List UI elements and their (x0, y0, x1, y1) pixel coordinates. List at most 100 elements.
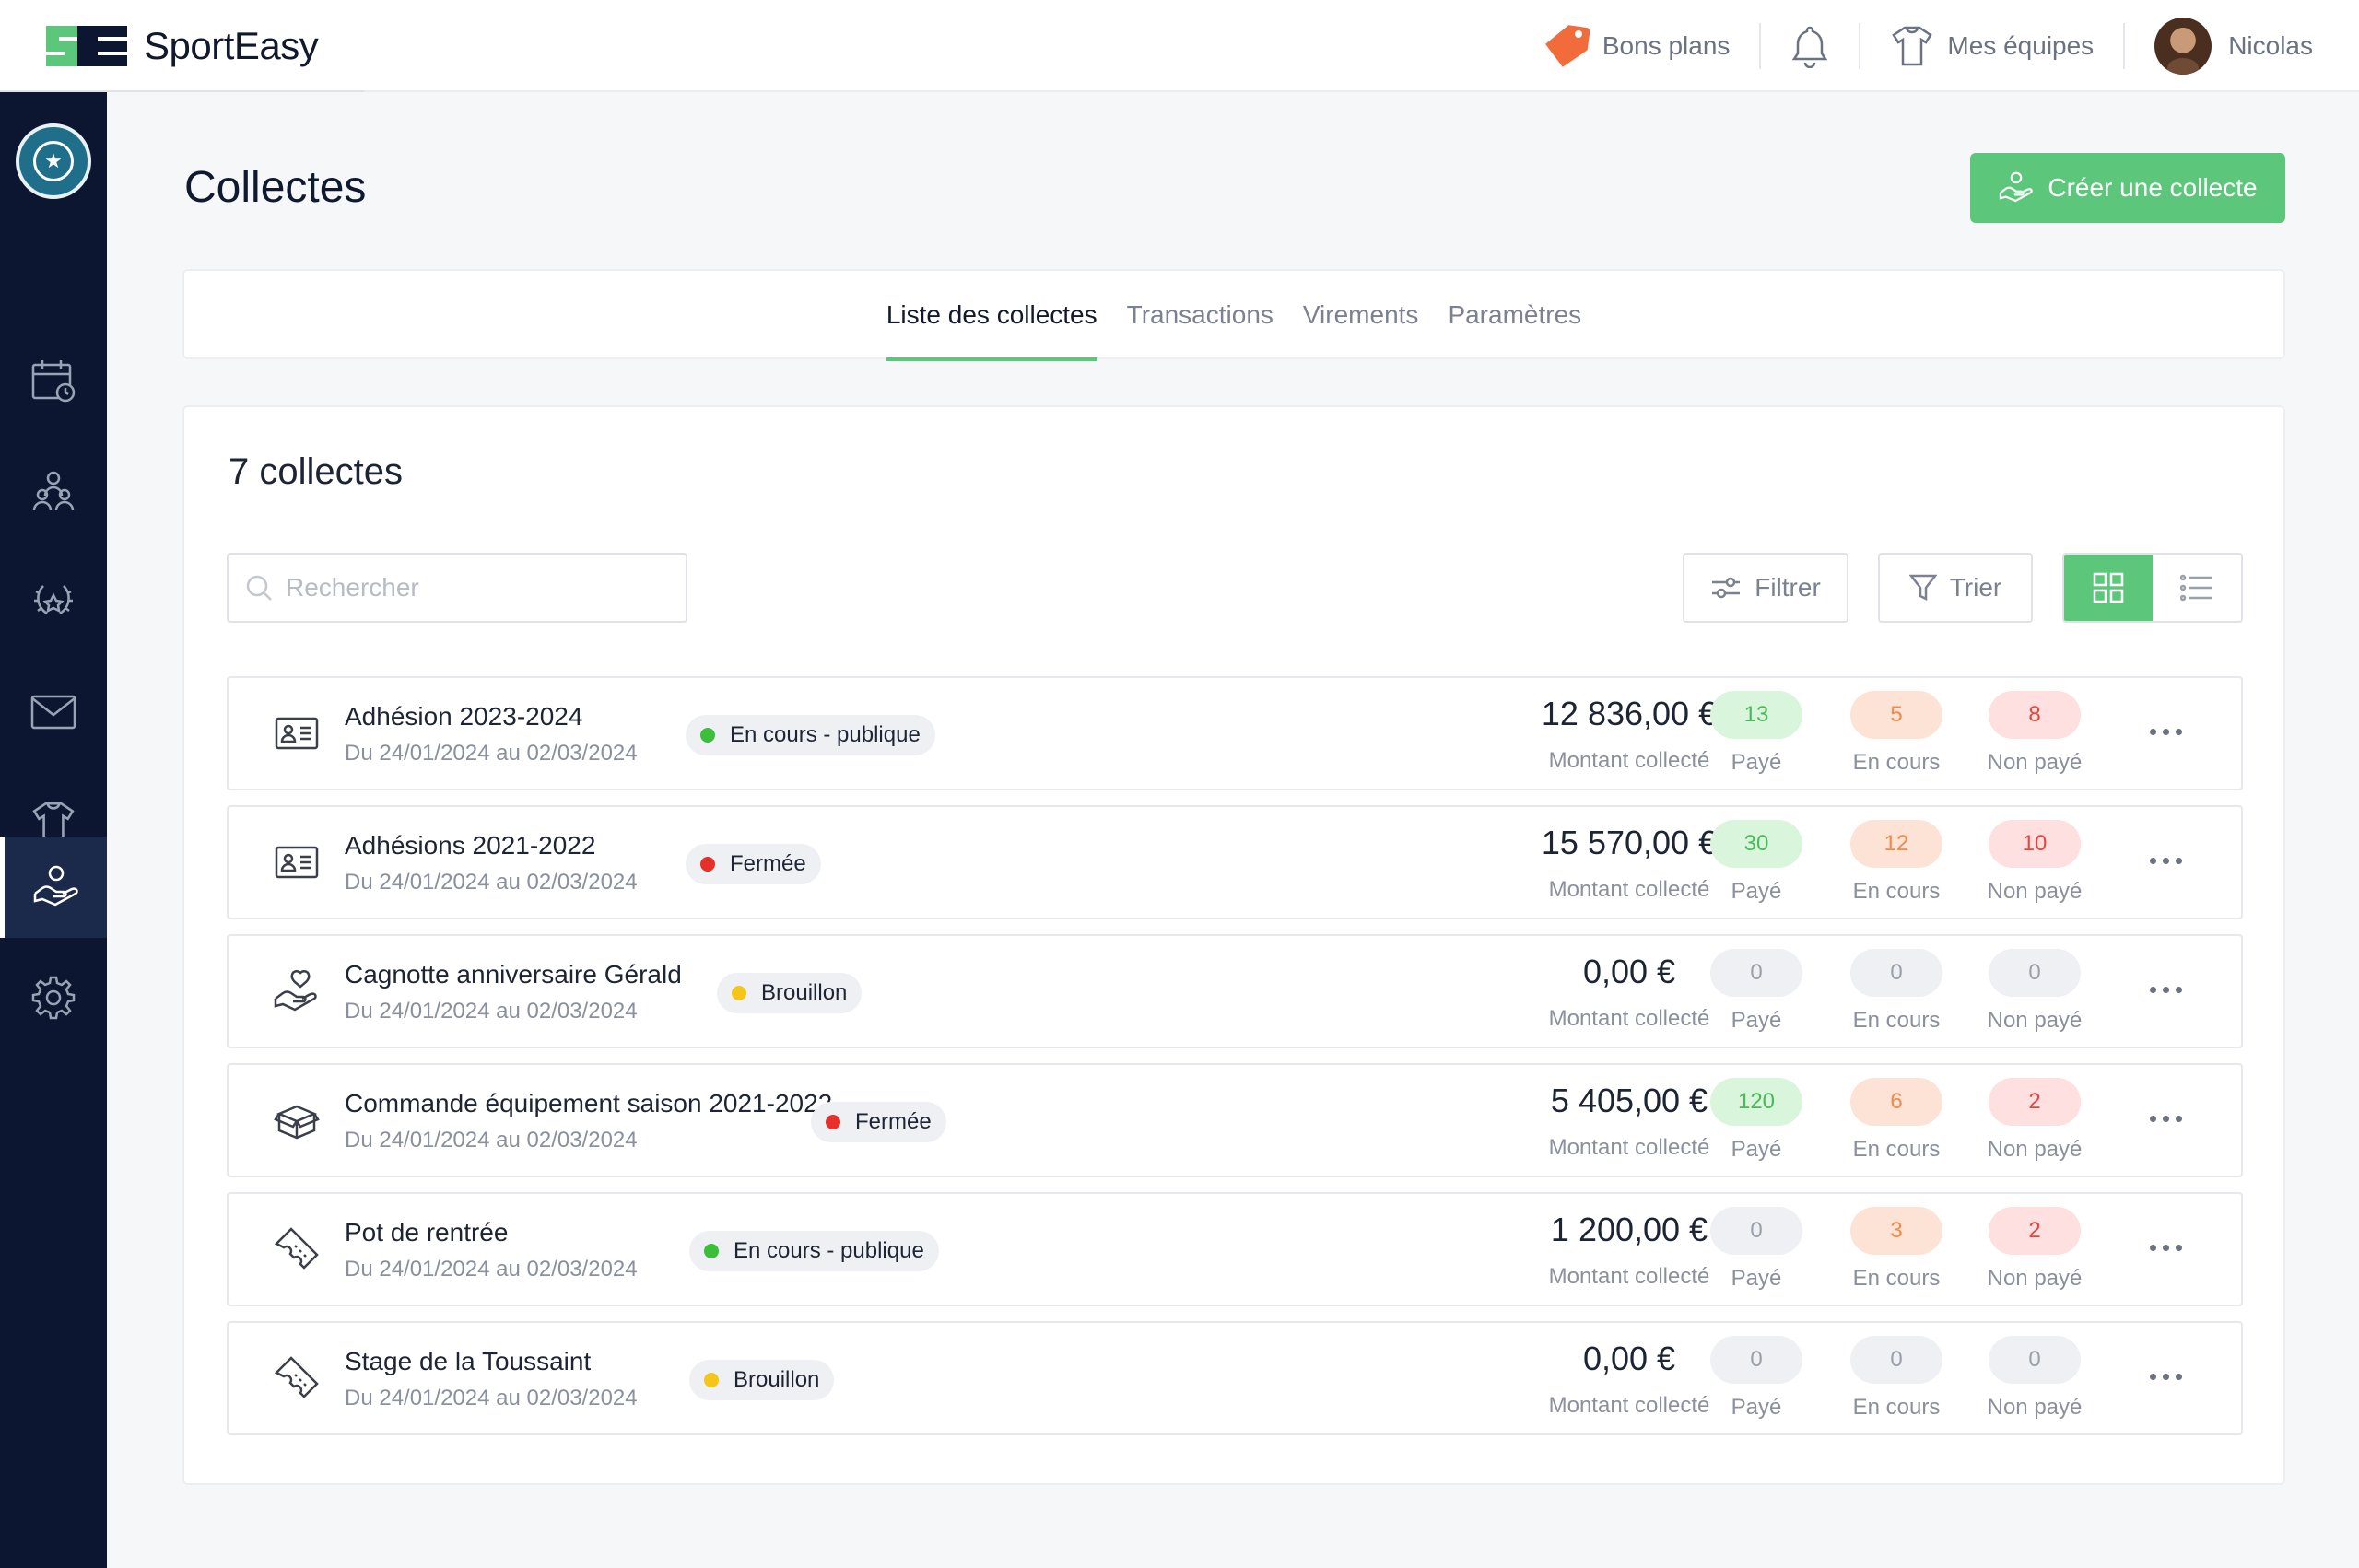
search-input[interactable] (286, 573, 636, 603)
more-options-icon[interactable] (2138, 1229, 2193, 1266)
grid-view-button[interactable] (2064, 555, 2153, 621)
status-label: En cours - publique (730, 722, 921, 747)
my-teams-link[interactable]: Mes équipes (1860, 0, 2123, 92)
unpaid-label: Non payé (1987, 1266, 2083, 1291)
paid-count: 0 (1710, 1207, 1802, 1255)
paid-label: Payé (1731, 750, 1782, 775)
in-progress-count: 6 (1850, 1078, 1942, 1126)
view-toggle (2062, 553, 2243, 623)
status-label: En cours - publique (734, 1238, 924, 1263)
more-options-icon[interactable] (2138, 713, 2193, 750)
paid-count: 30 (1710, 820, 1802, 868)
create-collection-label: Créer une collecte (2048, 173, 2258, 202)
status-dot (826, 1115, 840, 1129)
avatar (2154, 18, 2212, 75)
tab-2[interactable]: Virements (1303, 271, 1419, 359)
unpaid-label: Non payé (1987, 879, 2083, 904)
collection-name[interactable]: Adhésions 2021-2022 (345, 831, 595, 860)
brand-name: SportEasy (144, 24, 319, 67)
list-icon (2180, 574, 2212, 602)
status-badge: En cours - publique (686, 715, 935, 755)
mail-icon (30, 695, 76, 730)
paid-label: Payé (1731, 1395, 1782, 1420)
sidebar-item-members[interactable] (0, 440, 107, 542)
collection-row[interactable]: Adhésions 2021-2022 Du 24/01/2024 au 02/0… (227, 805, 2243, 919)
status-dot (704, 1373, 719, 1387)
grid-icon (2093, 572, 2124, 603)
sidebar-item-collections[interactable] (0, 837, 107, 938)
in-progress-count: 12 (1850, 820, 1942, 868)
sidebar: ★ (0, 92, 107, 1568)
sidebar-item-settings[interactable] (0, 947, 107, 1048)
more-options-icon[interactable] (2138, 971, 2193, 1008)
collection-name[interactable]: Pot de rentrée (345, 1218, 508, 1247)
top-bar: SportEasy Bons plans Mes équipes Nicolas (0, 0, 2359, 92)
sidebar-item-messages[interactable] (0, 661, 107, 763)
user-menu[interactable]: Nicolas (2125, 0, 2359, 92)
tab-1[interactable]: Transactions (1127, 271, 1273, 359)
in-progress-label: En cours (1852, 879, 1941, 904)
in-progress-label: En cours (1852, 1395, 1941, 1420)
tab-bar: Liste des collectes Transactions Virements… (184, 271, 2283, 361)
paid-count: 0 (1710, 1336, 1802, 1384)
gear-icon (31, 976, 76, 1020)
more-options-icon[interactable] (2138, 1358, 2193, 1395)
bell-icon (1790, 24, 1829, 68)
collection-dates: Du 24/01/2024 au 02/03/2024 (345, 1257, 638, 1281)
filter-label: Filtrer (1755, 573, 1821, 602)
status-badge: En cours - publique (689, 1231, 939, 1271)
deals-label: Bons plans (1602, 31, 1731, 60)
collection-row[interactable]: Adhésion 2023-2024 Du 24/01/2024 au 02/03… (227, 676, 2243, 790)
collection-dates: Du 24/01/2024 au 02/03/2024 (345, 870, 638, 895)
sidebar-item-competitions[interactable] (0, 551, 107, 652)
unpaid-count: 8 (1989, 691, 2081, 739)
sort-button[interactable]: Trier (1878, 553, 2033, 623)
unpaid-label: Non payé (1987, 1137, 2083, 1162)
search-box[interactable] (227, 553, 687, 623)
in-progress-count: 0 (1850, 1336, 1942, 1384)
filter-button[interactable]: Filtrer (1683, 553, 1848, 623)
collection-row[interactable]: Stage de la Toussaint Du 24/01/2024 au 02… (227, 1321, 2243, 1435)
brand-logo[interactable]: SportEasy (42, 20, 319, 72)
collection-row[interactable]: Pot de rentrée Du 24/01/2024 au 02/03/202… (227, 1192, 2243, 1306)
more-options-icon[interactable] (2138, 1100, 2193, 1137)
tab-0[interactable]: Liste des collectes (886, 271, 1097, 361)
collection-row[interactable]: Commande équipement saison 2021-2022 Du 2… (227, 1063, 2243, 1177)
page-title: Collectes (184, 163, 367, 212)
star-icon: ★ (33, 141, 74, 181)
collection-name[interactable]: Cagnotte anniversaire Gérald (345, 960, 682, 989)
unpaid-label: Non payé (1987, 750, 2083, 775)
deals-link[interactable]: Bons plans (1512, 0, 1760, 92)
collection-dates: Du 24/01/2024 au 02/03/2024 (345, 741, 638, 766)
status-badge: Fermée (811, 1102, 946, 1142)
people-icon (32, 471, 75, 511)
jersey-icon (1890, 24, 1934, 68)
paid-label: Payé (1731, 879, 1782, 904)
create-collection-button[interactable]: Créer une collecte (1970, 153, 2285, 223)
sidebar-item-calendar[interactable] (0, 330, 107, 431)
more-options-icon[interactable] (2138, 842, 2193, 879)
list-view-button[interactable] (2153, 555, 2241, 621)
search-icon (245, 574, 273, 602)
collection-name[interactable]: Adhésion 2023-2024 (345, 702, 582, 731)
collection-dates: Du 24/01/2024 au 02/03/2024 (345, 1128, 638, 1153)
collection-row[interactable]: Cagnotte anniversaire Gérald Du 24/01/202… (227, 934, 2243, 1048)
paid-label: Payé (1731, 1137, 1782, 1162)
in-progress-count: 5 (1850, 691, 1942, 739)
collections-card: 7 collectes Filtrer Trier (182, 405, 2285, 1485)
tag-icon (1542, 23, 1590, 69)
notifications-button[interactable] (1761, 0, 1859, 92)
laurel-icon (34, 585, 73, 615)
unpaid-count: 2 (1989, 1207, 2081, 1255)
collection-name[interactable]: Stage de la Toussaint (345, 1347, 591, 1376)
club-logo[interactable]: ★ (16, 123, 91, 199)
status-dot (732, 986, 746, 1000)
heart-hand-icon (269, 964, 324, 1019)
collection-dates: Du 24/01/2024 au 02/03/2024 (345, 1386, 638, 1410)
collection-name[interactable]: Commande équipement saison 2021-2022 (345, 1089, 832, 1118)
my-teams-label: Mes équipes (1947, 31, 2095, 60)
hand-coin-icon (33, 865, 78, 907)
id-card-icon (269, 835, 324, 890)
tab-3[interactable]: Paramètres (1448, 271, 1581, 359)
status-badge: Brouillon (689, 1360, 835, 1400)
